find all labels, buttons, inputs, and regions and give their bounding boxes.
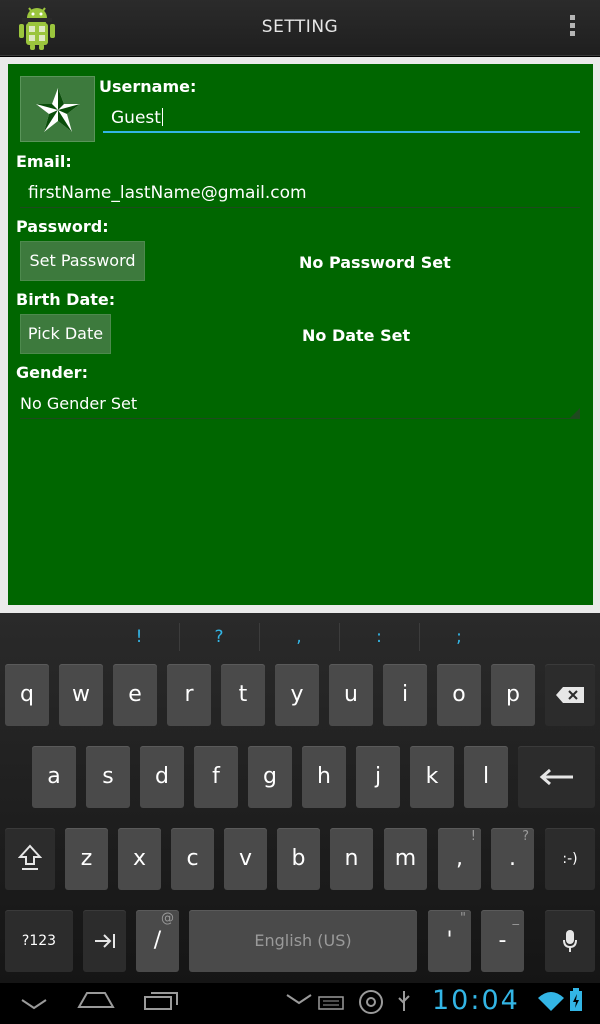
enter-icon <box>539 768 573 786</box>
key-c[interactable]: c <box>171 828 214 890</box>
suggestion-item[interactable]: ! <box>99 627 179 647</box>
birthdate-label: Birth Date: <box>16 290 116 309</box>
backspace-icon <box>556 687 584 703</box>
suggestion-strip: ! ? , : ; <box>0 613 600 661</box>
username-field[interactable]: Guest <box>111 108 163 128</box>
key-o[interactable]: o <box>437 664 481 726</box>
key-g[interactable]: g <box>248 746 292 808</box>
gender-underline <box>20 418 580 419</box>
page-title: SETTING <box>261 17 339 37</box>
spinner-arrow-icon <box>570 408 580 418</box>
shift-key[interactable] <box>5 828 55 890</box>
usb-icon <box>398 991 410 1011</box>
key-slash-hint: @ <box>161 911 174 926</box>
tab-icon <box>94 934 115 948</box>
email-label: Email: <box>16 152 72 171</box>
key-period-label: . <box>509 846 516 871</box>
smiley-key[interactable]: :-) <box>545 828 595 890</box>
key-f[interactable]: f <box>194 746 238 808</box>
key-apostrophe[interactable]: ' " <box>428 910 471 972</box>
tab-key[interactable] <box>83 910 126 972</box>
key-t[interactable]: t <box>221 664 265 726</box>
key-comma-hint: ! <box>470 829 476 844</box>
key-s[interactable]: s <box>86 746 130 808</box>
back-icon[interactable] <box>20 997 48 1011</box>
set-password-button[interactable]: Set Password <box>20 241 145 281</box>
key-w[interactable]: w <box>59 664 103 726</box>
mic-icon <box>563 930 577 952</box>
key-k[interactable]: k <box>410 746 454 808</box>
key-j[interactable]: j <box>356 746 400 808</box>
key-l[interactable]: l <box>464 746 508 808</box>
star-avatar-icon <box>36 88 80 132</box>
suggestion-item[interactable]: : <box>339 627 419 647</box>
username-value: Guest <box>111 108 161 128</box>
key-dash[interactable]: - _ <box>481 910 524 972</box>
shift-icon <box>17 844 43 870</box>
sync-icon <box>359 990 383 1014</box>
email-underline <box>20 207 580 208</box>
key-comma[interactable]: , ! <box>438 828 481 890</box>
key-d[interactable]: d <box>140 746 184 808</box>
key-slash[interactable]: / @ <box>136 910 179 972</box>
password-status: No Password Set <box>299 253 451 272</box>
key-r[interactable]: r <box>167 664 211 726</box>
screen: SETTING Username: Guest Email: firstName… <box>0 0 600 1024</box>
home-icon[interactable] <box>77 991 115 1009</box>
wifi-icon <box>538 992 564 1011</box>
soft-keyboard: ! ? , : ; q w e r t y u i o p a s d f g … <box>0 613 600 983</box>
mic-key[interactable] <box>545 910 595 972</box>
pick-date-button[interactable]: Pick Date <box>20 314 111 354</box>
battery-icon <box>570 988 582 1011</box>
key-h[interactable]: h <box>302 746 346 808</box>
suggestion-item[interactable]: ; <box>419 627 499 647</box>
key-y[interactable]: y <box>275 664 319 726</box>
gender-label: Gender: <box>16 363 88 382</box>
key-a[interactable]: a <box>32 746 76 808</box>
gender-spinner[interactable]: No Gender Set <box>20 394 137 413</box>
key-e[interactable]: e <box>113 664 157 726</box>
key-i[interactable]: i <box>383 664 427 726</box>
key-q[interactable]: q <box>5 664 49 726</box>
key-u[interactable]: u <box>329 664 373 726</box>
recent-apps-icon[interactable] <box>143 991 179 1011</box>
backspace-key[interactable] <box>545 664 595 726</box>
key-p[interactable]: p <box>491 664 535 726</box>
key-dash-hint: _ <box>512 911 520 926</box>
system-bar: 10:04 <box>0 983 600 1024</box>
action-bar: SETTING <box>0 0 600 56</box>
username-underline <box>103 131 580 133</box>
key-comma-label: , <box>456 846 463 871</box>
key-m[interactable]: m <box>384 828 427 890</box>
key-z[interactable]: z <box>65 828 108 890</box>
avatar-button[interactable] <box>20 76 95 142</box>
clock: 10:04 <box>432 985 520 1016</box>
key-n[interactable]: n <box>330 828 373 890</box>
key-period-hint: ? <box>522 829 529 844</box>
key-v[interactable]: v <box>224 828 267 890</box>
key-period[interactable]: . ? <box>491 828 534 890</box>
enter-key[interactable] <box>518 746 595 808</box>
text-caret <box>161 108 163 126</box>
key-x[interactable]: x <box>118 828 161 890</box>
keyboard-icon <box>286 994 344 1010</box>
suggestion-item[interactable]: , <box>259 627 339 647</box>
key-b[interactable]: b <box>277 828 320 890</box>
username-label: Username: <box>99 77 197 96</box>
key-apostrophe-hint: " <box>460 911 466 926</box>
symbols-key[interactable]: ?123 <box>5 910 73 972</box>
key-dash-label: - <box>498 928 507 953</box>
date-status: No Date Set <box>302 326 411 345</box>
password-label: Password: <box>16 217 109 236</box>
suggestion-item[interactable]: ? <box>179 627 259 647</box>
key-apostrophe-label: ' <box>446 928 453 953</box>
overflow-menu-icon[interactable] <box>566 15 578 41</box>
space-key[interactable]: English (US) <box>189 910 417 972</box>
email-field[interactable]: firstName_lastName@gmail.com <box>28 183 307 203</box>
